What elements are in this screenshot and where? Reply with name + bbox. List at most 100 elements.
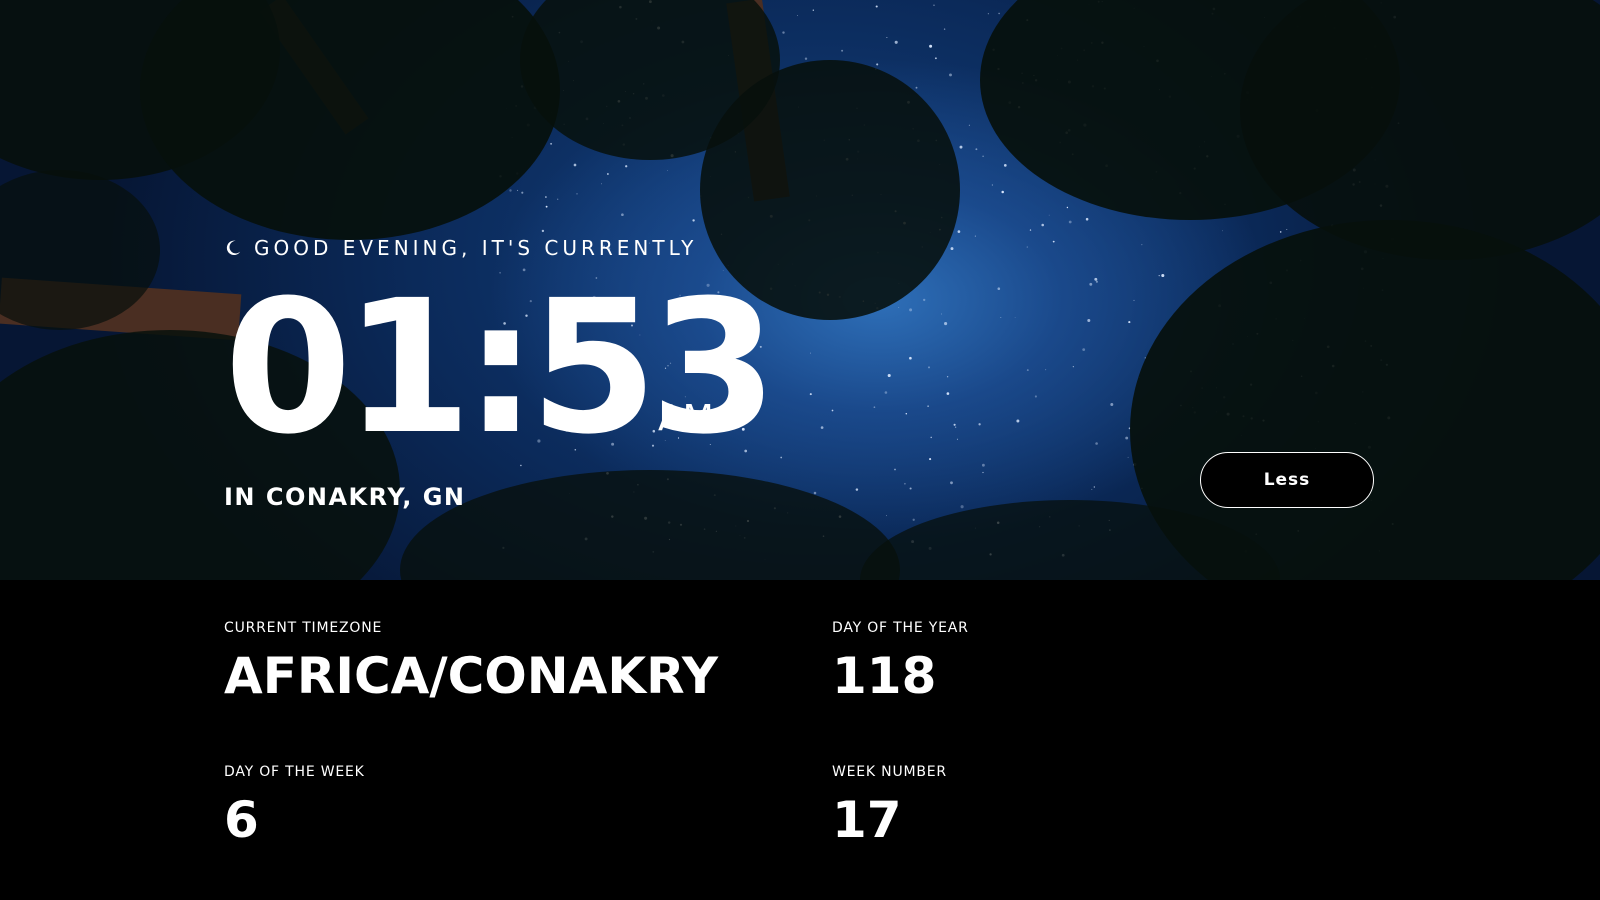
- star: [1048, 214, 1050, 216]
- star: [960, 505, 964, 509]
- star: [1085, 217, 1089, 221]
- star: [621, 213, 624, 217]
- star: [946, 376, 949, 378]
- timezone-stat: CURRENT TIMEZONE AFRICA/CONAKRY: [224, 620, 718, 706]
- star: [912, 518, 915, 521]
- star: [782, 31, 785, 34]
- week-number-label: WEEK NUMBER: [832, 764, 947, 780]
- star: [831, 409, 834, 412]
- star: [949, 73, 952, 77]
- star: [905, 413, 908, 415]
- star: [933, 4, 935, 6]
- star: [909, 487, 912, 490]
- star: [1072, 366, 1074, 368]
- star: [810, 352, 812, 354]
- star: [1093, 486, 1095, 488]
- star: [541, 229, 545, 233]
- hero-background: GOOD EVENING, IT'S CURRENTLY 01:53 AM IN…: [0, 0, 1600, 580]
- star: [1161, 273, 1165, 278]
- star: [1041, 223, 1044, 227]
- star: [1026, 246, 1028, 248]
- star: [982, 463, 985, 467]
- star: [1286, 228, 1288, 230]
- star: [953, 423, 956, 426]
- details-panel: CURRENT TIMEZONE AFRICA/CONAKRY DAY OF T…: [0, 580, 1600, 900]
- star: [1052, 240, 1055, 243]
- star: [1034, 395, 1037, 398]
- week-number-value: 17: [832, 791, 902, 849]
- star: [974, 235, 976, 237]
- star: [886, 37, 888, 39]
- star: [950, 247, 954, 251]
- greeting-text: GOOD EVENING, IT'S CURRENTLY: [254, 236, 698, 260]
- star: [894, 468, 896, 471]
- star: [998, 12, 1000, 15]
- star: [1110, 403, 1114, 406]
- star: [982, 471, 984, 474]
- star: [1089, 282, 1093, 286]
- star: [975, 148, 978, 151]
- star: [1095, 442, 1098, 445]
- day-of-year-value: 118: [832, 647, 937, 705]
- star: [576, 193, 578, 195]
- star: [573, 163, 577, 167]
- star: [987, 13, 989, 15]
- star: [943, 28, 946, 30]
- day-of-week-stat: DAY OF THE WEEK 6: [224, 764, 365, 850]
- star: [812, 9, 814, 11]
- star: [1133, 299, 1135, 301]
- star: [600, 183, 602, 185]
- star: [1141, 243, 1143, 246]
- star: [904, 482, 906, 485]
- day-of-year-label: DAY OF THE YEAR: [832, 620, 969, 636]
- star: [517, 189, 519, 191]
- star: [509, 189, 512, 192]
- moon-icon: [226, 240, 241, 256]
- star: [1066, 206, 1069, 209]
- star: [1068, 220, 1072, 224]
- star: [820, 426, 824, 429]
- star: [521, 191, 524, 194]
- star: [873, 406, 876, 409]
- star: [909, 356, 912, 360]
- star: [875, 5, 878, 8]
- star: [1000, 317, 1002, 319]
- star: [1158, 275, 1160, 277]
- less-button[interactable]: Less: [1200, 452, 1374, 508]
- star: [928, 366, 930, 369]
- day-of-week-value: 6: [224, 791, 259, 849]
- greeting: GOOD EVENING, IT'S CURRENTLY: [224, 233, 697, 263]
- star: [959, 145, 963, 149]
- star: [934, 57, 937, 60]
- star: [1091, 488, 1093, 490]
- star: [780, 456, 783, 459]
- star: [956, 438, 958, 440]
- star: [1095, 280, 1098, 283]
- star: [950, 481, 953, 485]
- star: [876, 63, 879, 66]
- star: [545, 205, 548, 208]
- star: [929, 458, 932, 461]
- star: [927, 405, 929, 407]
- star: [1279, 231, 1282, 233]
- star: [1001, 190, 1004, 194]
- star: [884, 391, 888, 394]
- star: [909, 308, 913, 312]
- star: [625, 165, 628, 168]
- timezone-value: AFRICA/CONAKRY: [224, 647, 719, 705]
- star: [545, 196, 547, 198]
- time-period: AM: [658, 398, 714, 439]
- star: [1221, 230, 1223, 232]
- star: [1125, 436, 1129, 440]
- star: [692, 219, 695, 222]
- star: [1026, 369, 1029, 372]
- star: [1016, 419, 1020, 423]
- star: [1003, 164, 1007, 167]
- day-of-week-label: DAY OF THE WEEK: [224, 764, 365, 780]
- star: [1127, 456, 1129, 458]
- star: [894, 40, 898, 44]
- star: [667, 169, 669, 171]
- star: [898, 307, 900, 309]
- star: [957, 230, 961, 233]
- star: [982, 155, 984, 157]
